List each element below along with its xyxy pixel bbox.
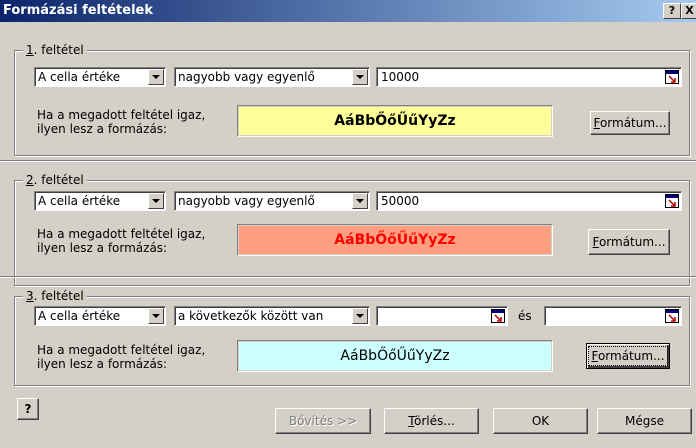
title-bar: Formázási feltételek ? X: [0, 0, 696, 22]
condition-3-hint: Ha a megadott feltétel igaz, ilyen lesz a…: [37, 343, 206, 371]
cell-reference-icon[interactable]: [491, 309, 505, 323]
separator: [0, 160, 696, 162]
condition-2-value-input[interactable]: 50000: [376, 191, 682, 211]
close-button[interactable]: X: [681, 3, 696, 19]
condition-3-label: 3. feltétel: [23, 289, 87, 303]
help-button[interactable]: ?: [663, 3, 681, 19]
condition-3-preview: AáBbŐőŰűYyZz: [237, 340, 553, 372]
condition-1-label: 1. feltétel: [23, 43, 87, 57]
cell-reference-icon[interactable]: [665, 309, 679, 323]
condition-3-operator-value: a következők között van: [178, 309, 324, 323]
condition-1-operator-value: nagyobb vagy egyenlő: [178, 70, 315, 84]
condition-1-type-value: A cella értéke: [38, 70, 121, 84]
condition-3-type-select[interactable]: A cella értéke: [34, 306, 166, 326]
condition-1-preview: AáBbŐőŰűYyZz: [237, 105, 553, 137]
condition-3-format-button[interactable]: Formátum...: [586, 343, 670, 369]
and-label: és: [518, 309, 532, 323]
condition-3-preview-text: AáBbŐőŰűYyZz: [239, 342, 551, 370]
condition-1-format-button[interactable]: Formátum...: [590, 111, 670, 135]
chevron-down-icon[interactable]: [148, 69, 164, 85]
condition-2-label: 2. feltétel: [23, 173, 87, 187]
chevron-down-icon[interactable]: [352, 193, 368, 209]
condition-3-operator-select[interactable]: a következők között van: [174, 306, 370, 326]
condition-1-value-text: 10000: [381, 70, 420, 84]
condition-2-type-select[interactable]: A cella értéke: [34, 191, 166, 211]
condition-3-value1-input[interactable]: [376, 306, 508, 326]
condition-2-hint: Ha a megadott feltétel igaz, ilyen lesz a…: [37, 227, 206, 255]
separator: [0, 276, 696, 278]
ok-button[interactable]: OK: [493, 408, 588, 434]
condition-2-value-text: 50000: [381, 194, 420, 208]
help-icon[interactable]: ?: [17, 398, 39, 420]
condition-2-operator-value: nagyobb vagy egyenlő: [178, 194, 315, 208]
condition-2-operator-select[interactable]: nagyobb vagy egyenlő: [174, 191, 370, 211]
condition-2-preview: AáBbŐőŰűYyZz: [237, 224, 553, 256]
condition-1-value-input[interactable]: 10000: [376, 67, 682, 87]
condition-1-hint: Ha a megadott feltétel igaz, ilyen lesz a…: [37, 108, 206, 136]
cancel-button[interactable]: Mégse: [597, 408, 692, 434]
condition-1-operator-select[interactable]: nagyobb vagy egyenlő: [174, 67, 370, 87]
condition-1-group: 1. feltétel: [14, 43, 690, 156]
cell-reference-icon[interactable]: [665, 194, 679, 208]
chevron-down-icon[interactable]: [148, 193, 164, 209]
chevron-down-icon[interactable]: [148, 308, 164, 324]
delete-button[interactable]: Törlés...: [384, 408, 479, 434]
condition-3-type-value: A cella értéke: [38, 309, 121, 323]
condition-1-type-select[interactable]: A cella értéke: [34, 67, 166, 87]
condition-1-preview-text: AáBbŐőŰűYyZz: [239, 107, 551, 135]
condition-3-value2-input[interactable]: [544, 306, 682, 326]
condition-2-preview-text: AáBbŐőŰűYyZz: [239, 226, 551, 254]
cell-reference-icon[interactable]: [665, 70, 679, 84]
window-title: Formázási feltételek: [3, 3, 153, 18]
chevron-down-icon[interactable]: [352, 308, 368, 324]
condition-2-type-value: A cella értéke: [38, 194, 121, 208]
chevron-down-icon[interactable]: [352, 69, 368, 85]
expand-button[interactable]: Bővítés >>: [275, 408, 371, 434]
condition-2-format-button[interactable]: Formátum...: [588, 229, 670, 255]
